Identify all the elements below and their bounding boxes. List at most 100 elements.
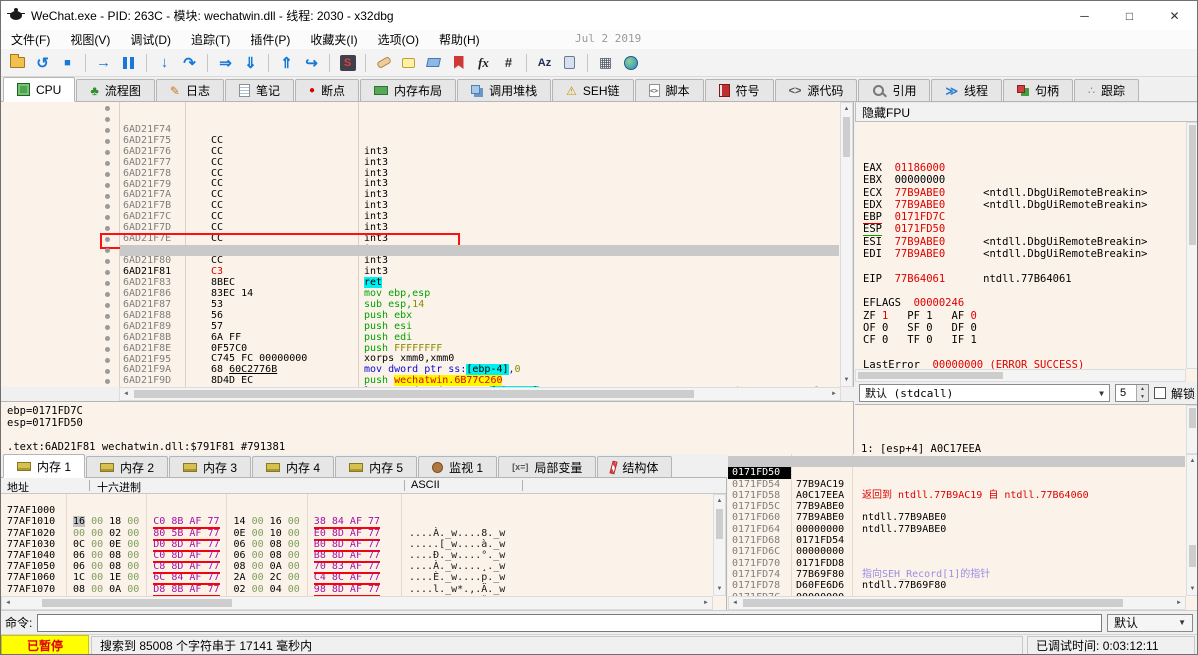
breakpoint-dot[interactable] <box>105 106 110 111</box>
tab-dump-3[interactable]: 内存 3 <box>169 456 251 477</box>
tab-threads[interactable]: ≫线程 <box>931 79 1002 101</box>
patch-icon[interactable] <box>371 52 396 74</box>
memory-row[interactable]: 77AF1000 16 00 18 00C0 8B AF 7714 00 16 … <box>1 494 712 505</box>
step-over-icon[interactable]: ↷ <box>177 52 202 74</box>
stack-row[interactable]: 0171FD60 00000000 <box>728 501 1185 512</box>
minimize-button[interactable]: ─ <box>1062 1 1107 30</box>
register-line[interactable]: LastError 00000000 (ERROR_SUCCESS) <box>863 359 1186 369</box>
breakpoint-dot[interactable] <box>105 117 110 122</box>
remote-debug-icon[interactable] <box>557 52 582 74</box>
disasm-row[interactable]: 6AD21F7E CC int3 <box>1 212 839 223</box>
disasm-row[interactable]: 6AD21F77 CC int3 <box>1 136 839 147</box>
breakpoint-dot[interactable] <box>105 215 110 220</box>
disasm-row[interactable]: 6AD21F86 53 push ebx <box>1 267 839 278</box>
stack-row[interactable]: 0171FD6C 0171FDD8 指向SEH_Record[1]的指针 <box>728 535 1185 546</box>
disasm-row[interactable]: 6AD21F80 C3 ret <box>1 234 839 245</box>
register-line[interactable]: ECX 77B9ABE0 <ntdll.DbgUiRemoteBreakin> <box>863 187 1186 199</box>
bookmark-icon[interactable] <box>446 52 471 74</box>
disasm-row[interactable]: 6AD21F8B 0F57C0 xorps xmm0,xmm0 <box>1 311 839 322</box>
tab-dump-4[interactable]: 内存 4 <box>252 456 334 477</box>
tab-notes[interactable]: 笔记 <box>225 79 294 101</box>
tab-seh-chain[interactable]: ⚠SEH链 <box>552 79 633 101</box>
breakpoint-dot[interactable] <box>105 303 110 308</box>
restart-icon[interactable]: ↺ <box>30 52 55 74</box>
stack-row[interactable]: 0171FD64 0171FD54 <box>728 512 1185 523</box>
breakpoint-dot[interactable] <box>105 358 110 363</box>
breakpoint-dot[interactable] <box>105 194 110 199</box>
disasm-row[interactable]: 6AD21F95 68 60C2776B push wechatwin.6B77… <box>1 333 839 344</box>
tab-graph[interactable]: ♣流程图 <box>76 79 155 101</box>
disassembly-panel[interactable]: 6AD21F74 CC int3 6AD21F75 CC int3 6AD21F… <box>1 102 854 387</box>
register-line[interactable]: EFLAGS 00000246 <box>863 297 1186 309</box>
step-out-icon[interactable]: ⇓ <box>238 52 263 74</box>
tab-dump-1[interactable]: 内存 1 <box>3 454 85 478</box>
run-to-cursor-icon[interactable]: ⇒ <box>213 52 238 74</box>
menu-help[interactable]: 帮助(H) <box>429 31 490 48</box>
register-line[interactable]: EDX 77B9ABE0 <ntdll.DbgUiRemoteBreakin> <box>863 199 1186 211</box>
registers-horizontal-scrollbar[interactable] <box>855 369 1186 382</box>
tab-memory-map[interactable]: 内存布局 <box>360 79 456 101</box>
tab-handles[interactable]: 句柄 <box>1003 79 1073 101</box>
breakpoint-dot[interactable] <box>105 183 110 188</box>
breakpoint-dot[interactable] <box>105 248 110 253</box>
disasm-row[interactable]: 6AD21F79 CC int3 <box>1 158 839 169</box>
menu-view[interactable]: 视图(V) <box>60 31 120 48</box>
comment-icon[interactable] <box>396 52 421 74</box>
disasm-row[interactable]: 6AD21F8E C745 FC 00000000 mov dword ptr … <box>1 322 839 333</box>
memory-row[interactable]: 77AF1080 1C 00 1E 0070 D9 AF 7728 00 2A … <box>1 584 712 595</box>
register-line[interactable]: EAX 01186000 <box>863 162 1186 174</box>
register-line[interactable] <box>863 346 1186 358</box>
disasm-row[interactable]: 6AD21F7C CC int3 <box>1 191 839 202</box>
calling-convention-select[interactable]: 默认 (stdcall) ▼ <box>859 384 1110 402</box>
disasm-row[interactable]: 6AD21F75 CC int3 <box>1 114 839 125</box>
scylla-icon[interactable]: S <box>335 52 360 74</box>
breakpoint-dot[interactable] <box>105 379 110 384</box>
register-list[interactable]: EAX 01186000EBX 00000000ECX 77B9ABE0 <nt… <box>855 122 1186 369</box>
string-search-icon[interactable]: Az <box>532 52 557 74</box>
breakpoint-dot[interactable] <box>105 369 110 374</box>
register-line[interactable] <box>863 285 1186 297</box>
breakpoint-dot[interactable] <box>105 325 110 330</box>
arguments-vertical-scrollbar[interactable] <box>1186 405 1198 454</box>
step-into-icon[interactable]: ↓ <box>152 52 177 74</box>
disasm-row[interactable]: 6AD21FA1 E8 9A04D1FF call wechatwin.6AA3… <box>1 366 839 377</box>
disasm-row[interactable]: 6AD21F74 CC int3 <box>1 103 839 114</box>
tab-dump-2[interactable]: 内存 2 <box>86 456 168 477</box>
register-line[interactable] <box>863 260 1186 272</box>
memory-vertical-scrollbar[interactable]: ▲ ▼ <box>713 494 726 596</box>
breakpoint-dot[interactable] <box>105 281 110 286</box>
stack-vertical-scrollbar[interactable]: ▲ ▼ <box>1186 454 1198 596</box>
register-line[interactable]: ZF 1 PF 1 AF 0 <box>863 310 1186 322</box>
menu-trace[interactable]: 追踪(T) <box>181 31 240 48</box>
disasm-horizontal-scrollbar[interactable]: ◄ ► <box>119 387 841 401</box>
stack-row[interactable]: 0171FD74 D60FE6D6 <box>728 558 1185 569</box>
menu-debug[interactable]: 调试(D) <box>120 31 181 48</box>
breakpoint-dot[interactable] <box>105 336 110 341</box>
breakpoint-dot[interactable] <box>105 128 110 133</box>
breakpoint-dot[interactable] <box>105 347 110 352</box>
register-line[interactable]: EIP 77B64061 ntdll.77B64061 <box>863 273 1186 285</box>
tab-symbols[interactable]: 符号 <box>705 79 774 101</box>
hide-fpu-button[interactable]: 隐藏FPU <box>855 102 1198 122</box>
tab-locals[interactable]: [x=]局部变量 <box>498 456 596 477</box>
registers-vertical-scrollbar[interactable] <box>1186 122 1198 369</box>
run-icon[interactable]: → <box>91 52 116 74</box>
breakpoint-dot[interactable] <box>105 172 110 177</box>
disasm-row[interactable]: 6AD21F7D CC int3 <box>1 201 839 212</box>
close-debuggee-icon[interactable]: ■ <box>55 52 80 74</box>
register-line[interactable]: EDI 77B9ABE0 <ntdll.DbgUiRemoteBreakin> <box>863 248 1186 260</box>
breakpoint-dot[interactable] <box>105 314 110 319</box>
disasm-row[interactable]: 6AD21F89 6A FF push FFFFFFFF <box>1 300 839 311</box>
disasm-row[interactable]: 6AD21F83 83EC 14 sub esp,14 <box>1 256 839 267</box>
register-line[interactable]: OF 0 SF 0 DF 0 <box>863 322 1186 334</box>
stack-row[interactable]: 0171FD7C 0171FD8C <box>728 580 1185 591</box>
disasm-row[interactable]: 6AD21F87 56 push esi <box>1 278 839 289</box>
breakpoint-dot[interactable] <box>105 204 110 209</box>
calculator-icon[interactable]: ▦ <box>593 52 618 74</box>
register-line[interactable]: CF 0 TF 0 IF 1 <box>863 334 1186 346</box>
stack-row[interactable]: 0171FD70 77B69F80 ntdll.77B69F80 <box>728 546 1185 557</box>
hash-icon[interactable]: # <box>496 52 521 74</box>
close-button[interactable]: ✕ <box>1152 1 1197 30</box>
disasm-row[interactable]: 6AD21F9D 0F1145 EC movups xmmword ptr ss… <box>1 355 839 366</box>
stack-row[interactable]: 0171FD78 00000000 <box>728 569 1185 580</box>
